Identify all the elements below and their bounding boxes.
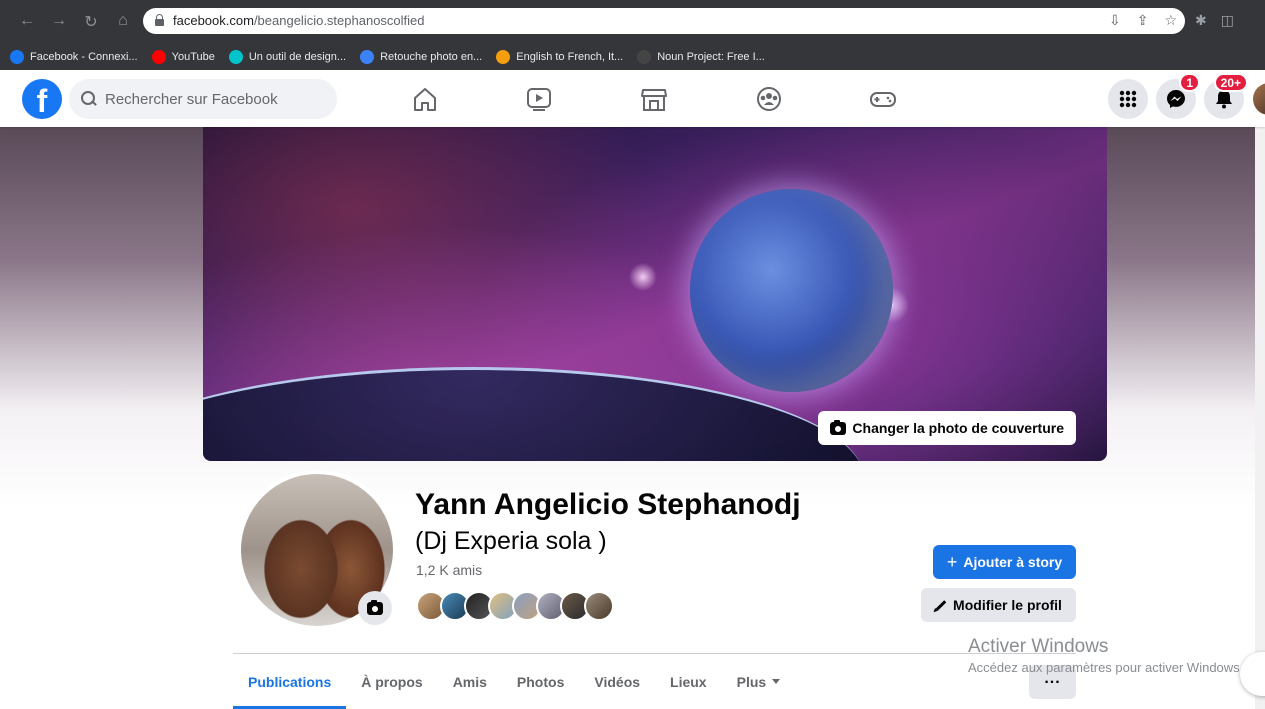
camera-icon <box>830 419 847 435</box>
notifications-badge: 20+ <box>1213 73 1248 92</box>
bell-icon <box>1216 90 1232 109</box>
bookmark-label: Retouche photo en... <box>380 51 483 63</box>
reverso-icon <box>496 50 511 64</box>
home-tab-icon[interactable] <box>409 84 441 114</box>
tab-label: Publications <box>248 673 332 690</box>
url-text[interactable]: facebook.com/beangelicio.stephanoscolfie… <box>173 13 425 28</box>
tab-label: Plus <box>736 673 767 690</box>
reload-icon[interactable]: ↻ <box>82 12 100 32</box>
address-bar[interactable]: facebook.com/beangelicio.stephanoscolfie… <box>143 8 1185 34</box>
install-app-icon[interactable]: ⇩ <box>1109 12 1121 29</box>
browser-toolbar: ← → ↻ ⌂ facebook.com/beangelicio.stephan… <box>0 0 1265 44</box>
marketplace-tab-icon[interactable] <box>638 84 670 114</box>
windows-activation-subtitle: Accédez aux paramètres pour activer Wind… <box>968 660 1244 675</box>
photo-edit-icon <box>360 50 375 64</box>
scrollbar[interactable] <box>1255 127 1265 709</box>
browser-nav-buttons: ← → ↻ ⌂ <box>18 12 132 32</box>
change-cover-button[interactable]: Changer la photo de couverture <box>818 411 1076 445</box>
bookmarks-bar: Facebook - Connexi... YouTube Un outil de … <box>0 44 1265 70</box>
groups-tab-icon[interactable] <box>753 84 785 114</box>
tab-item[interactable]: Amis <box>438 654 502 709</box>
tab-item[interactable]: À propos <box>346 654 437 709</box>
friend-avatar[interactable] <box>584 591 614 621</box>
tab-label: Vidéos <box>594 673 641 690</box>
edit-profile-button[interactable]: Modifier le profil <box>921 588 1076 622</box>
plus-icon: + <box>946 552 958 572</box>
share-icon[interactable]: ⇪ <box>1137 12 1149 29</box>
profile-tabs: Publications À propos Amis Photos Vidéos Lieu… <box>233 654 795 709</box>
bookmark-label: Un outil de design... <box>248 51 347 63</box>
forward-arrow-icon[interactable]: → <box>50 12 68 32</box>
tab-item[interactable]: Publications <box>233 654 347 709</box>
messenger-icon <box>1167 90 1185 108</box>
friend-avatars <box>416 591 614 621</box>
tab-label: Amis <box>452 673 487 690</box>
add-to-story-button[interactable]: + Ajouter à story <box>933 545 1076 579</box>
bookmark-label: English to French, It... <box>516 51 624 63</box>
address-bar-actions: ⇩ ⇪ ☆ <box>1109 12 1177 29</box>
tab-label: Lieux <box>670 673 707 690</box>
chat-bubble[interactable] <box>1240 652 1265 696</box>
add-to-story-label: Ajouter à story <box>963 554 1063 570</box>
canva-icon <box>228 50 243 64</box>
profile-nickname: (Dj Experia sola ) <box>415 527 607 555</box>
tab-more[interactable]: Plus <box>722 654 796 709</box>
bookmark-item[interactable]: Un outil de design... <box>228 50 347 64</box>
menu-grid-button[interactable] <box>1108 79 1148 119</box>
facebook-icon <box>10 50 24 64</box>
search-icon <box>81 91 97 107</box>
caret-down-icon <box>772 679 781 684</box>
bookmark-label: YouTube <box>171 51 215 63</box>
menu-grid-icon <box>1119 90 1137 108</box>
tab-label: À propos <box>361 673 423 690</box>
tab-item[interactable]: Photos <box>502 654 579 709</box>
cover-planet-image <box>690 189 893 392</box>
extension-icons: ✱ ◫ <box>1195 12 1234 29</box>
cover-photo[interactable]: Changer la photo de couverture <box>203 127 1107 461</box>
bookmark-item[interactable]: Noun Project: Free I... <box>637 50 765 64</box>
bookmark-star-icon[interactable]: ☆ <box>1164 12 1177 29</box>
gaming-tab-icon[interactable] <box>867 84 899 114</box>
back-arrow-icon[interactable]: ← <box>18 12 36 32</box>
messenger-badge: 1 <box>1179 73 1200 92</box>
bookmark-item[interactable]: English to French, It... <box>496 50 623 64</box>
update-profile-picture-button[interactable] <box>358 591 392 625</box>
edit-profile-label: Modifier le profil <box>953 597 1062 613</box>
bookmark-item[interactable]: Retouche photo en... <box>360 50 482 64</box>
windows-activation-watermark: Activer Windows Accédez aux paramètres p… <box>968 636 1243 675</box>
change-cover-label: Changer la photo de couverture <box>852 420 1064 436</box>
bookmark-label: Facebook - Connexi... <box>30 51 138 63</box>
lock-icon[interactable] <box>155 14 164 26</box>
profile-name: Yann Angelicio Stephanodj <box>415 488 801 521</box>
account-avatar[interactable] <box>1253 83 1265 115</box>
watch-tab-icon[interactable] <box>523 84 555 114</box>
bookmark-label: Noun Project: Free I... <box>657 51 765 63</box>
friends-count[interactable]: 1,2 K amis <box>416 562 482 578</box>
notifications-button[interactable]: 20+ <box>1204 73 1248 119</box>
bookmark-item[interactable]: Facebook - Connexi... <box>10 50 138 64</box>
facebook-top-nav: f Rechercher sur Facebook 1 20+ <box>0 70 1265 127</box>
tab-label: Photos <box>516 673 565 690</box>
bookmark-item[interactable]: YouTube <box>151 50 215 64</box>
facebook-logo-icon[interactable]: f <box>22 79 62 119</box>
search-input[interactable] <box>105 90 325 108</box>
messenger-button[interactable]: 1 <box>1156 73 1200 119</box>
facebook-search[interactable] <box>69 79 337 119</box>
side-panel-icon[interactable]: ◫ <box>1221 12 1234 29</box>
home-icon[interactable]: ⌂ <box>114 12 132 32</box>
extensions-puzzle-icon[interactable]: ✱ <box>1195 12 1207 29</box>
pencil-icon <box>935 599 947 611</box>
noun-project-icon <box>637 50 652 64</box>
youtube-icon <box>151 50 166 64</box>
camera-icon <box>367 599 383 615</box>
tab-item[interactable]: Vidéos <box>579 654 655 709</box>
windows-activation-title: Activer Windows <box>968 636 1109 657</box>
tab-item[interactable]: Lieux <box>655 654 722 709</box>
